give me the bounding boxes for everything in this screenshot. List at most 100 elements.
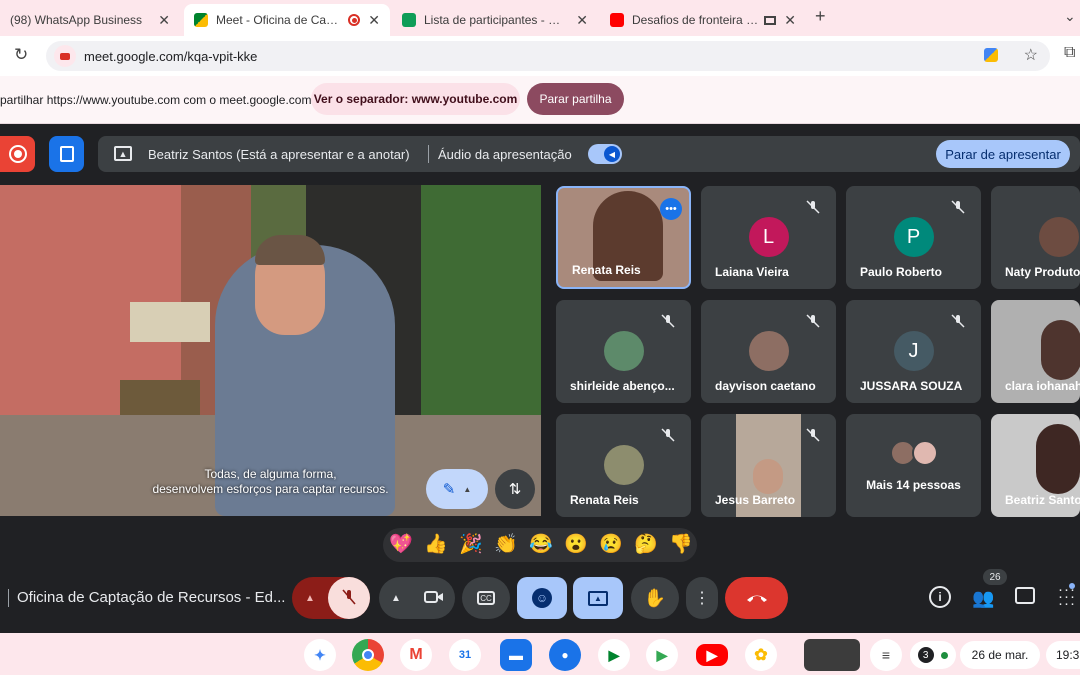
- participant-tile[interactable]: ••• Renata Reis: [556, 186, 691, 289]
- youtube-icon[interactable]: ▶: [696, 644, 728, 666]
- play-store-icon[interactable]: ▶: [646, 639, 678, 671]
- reaction-heart[interactable]: 💖: [389, 534, 413, 556]
- activities-icon[interactable]: ··· ··· ···: [1058, 582, 1076, 611]
- tab-title: Lista de participantes - Oficina: [424, 13, 568, 27]
- stop-sharing-button[interactable]: Parar partilha: [527, 83, 624, 115]
- more-people-tile[interactable]: Mais 14 pessoas: [846, 414, 981, 517]
- tab-participant-list[interactable]: Lista de participantes - Oficina ✕: [392, 4, 598, 36]
- annotate-button[interactable]: ✎ ▲: [426, 469, 488, 509]
- avatar: L: [748, 217, 789, 257]
- reaction-thinking[interactable]: 🤔: [634, 534, 658, 556]
- more-people-label: Mais 14 pessoas: [866, 478, 961, 492]
- close-icon[interactable]: ✕: [784, 12, 796, 29]
- site-info-icon[interactable]: [54, 45, 76, 67]
- url-text: meet.google.com/kqa-vpit-kke: [84, 48, 258, 64]
- presentation-audio-toggle[interactable]: ◀: [588, 144, 622, 164]
- stop-presenting-button[interactable]: Parar de apresentar: [936, 140, 1070, 168]
- close-icon[interactable]: ✕: [158, 12, 170, 29]
- reload-icon[interactable]: ↻: [14, 45, 28, 65]
- participant-tile[interactable]: Beatriz Santos: [991, 414, 1080, 517]
- raise-hand-button[interactable]: ✋: [631, 577, 679, 619]
- messages-icon[interactable]: ●: [549, 639, 581, 671]
- clipboard-icon[interactable]: ≡: [870, 639, 902, 671]
- photos-icon[interactable]: ✿: [745, 639, 777, 671]
- more-options-icon[interactable]: •••: [660, 198, 682, 220]
- participant-tile[interactable]: Renata Reis: [556, 414, 691, 517]
- meeting-info-icon[interactable]: i: [929, 586, 951, 608]
- books: [130, 302, 210, 342]
- presentation-audio-label: Áudio da apresentação: [438, 147, 572, 162]
- window-thumbnails[interactable]: [804, 639, 860, 671]
- gmail-icon[interactable]: M: [400, 639, 432, 671]
- tab-whatsapp[interactable]: (98) WhatsApp Business ✕: [0, 4, 180, 36]
- reaction-thumbs-up[interactable]: 👍: [424, 534, 448, 556]
- camera-toggle-button[interactable]: [413, 577, 455, 619]
- avatar: [912, 440, 938, 466]
- mic-off-icon: [802, 310, 824, 332]
- mic-toggle-button[interactable]: [328, 577, 370, 619]
- transcript-button[interactable]: [49, 136, 84, 172]
- avatar: [748, 331, 789, 371]
- bookmark-star-icon[interactable]: ☆: [1024, 45, 1038, 65]
- participant-video: [1036, 424, 1080, 494]
- recording-button[interactable]: [0, 136, 35, 172]
- assistant-icon[interactable]: ✦: [304, 639, 336, 671]
- participant-face: [753, 459, 783, 494]
- mic-off-icon: [947, 196, 969, 218]
- emoji-icon: ☺: [532, 588, 552, 608]
- tab-meet[interactable]: Meet - Oficina de Captação ✕: [184, 4, 390, 36]
- reactions-button[interactable]: ☺: [517, 577, 567, 619]
- calendar-icon[interactable]: 31: [449, 639, 481, 671]
- reaction-thumbs-down[interactable]: 👎: [669, 534, 693, 556]
- new-tab-button[interactable]: +: [815, 6, 826, 27]
- participant-tile[interactable]: P Paulo Roberto: [846, 186, 981, 289]
- captions-button[interactable]: CC: [462, 577, 510, 619]
- view-tab-button[interactable]: Ver o separador: www.youtube.com: [311, 83, 520, 115]
- clock-tray[interactable]: 19:3: [1046, 641, 1080, 669]
- tab-title: Desafios de fronteira no de: [632, 13, 759, 27]
- presenter-hair: [255, 235, 325, 265]
- files-icon[interactable]: ▬: [500, 639, 532, 671]
- participant-tile[interactable]: clara iohanah: [991, 300, 1080, 403]
- close-icon[interactable]: ✕: [576, 12, 588, 29]
- swap-layout-button[interactable]: ⇅: [495, 469, 535, 509]
- camera-control-group: ▲: [379, 577, 455, 619]
- participant-tile[interactable]: Jesus Barreto: [701, 414, 836, 517]
- participant-name: Jesus Barreto: [715, 493, 796, 507]
- participant-tile[interactable]: dayvison caetano: [701, 300, 836, 403]
- tab-youtube[interactable]: Desafios de fronteira no de ✕: [600, 4, 806, 36]
- date-tray[interactable]: 26 de mar.: [960, 641, 1040, 669]
- meeting-title: Oficina de Captação de Recursos - Ed...: [17, 589, 286, 606]
- notification-dot: [1069, 583, 1075, 589]
- lens-icon[interactable]: [984, 48, 998, 62]
- notifications-area[interactable]: 3: [910, 641, 956, 669]
- leave-call-button[interactable]: [725, 577, 788, 619]
- tab-strip: (98) WhatsApp Business ✕ Meet - Oficina …: [0, 0, 1080, 36]
- close-icon[interactable]: ✕: [368, 12, 380, 29]
- address-bar[interactable]: meet.google.com/kqa-vpit-kke ☆: [46, 41, 1050, 71]
- chat-icon[interactable]: [1015, 587, 1035, 604]
- meet-icon[interactable]: ▶: [598, 639, 630, 671]
- captions-icon: CC: [477, 591, 495, 605]
- reaction-party[interactable]: 🎉: [459, 534, 483, 556]
- participant-tile[interactable]: L Laiana Vieira: [701, 186, 836, 289]
- participant-name: JUSSARA SOUZA: [860, 379, 963, 393]
- video-options-button[interactable]: ▲: [379, 593, 413, 604]
- extensions-icon[interactable]: ⧉: [1064, 44, 1075, 62]
- people-icon[interactable]: 👥: [972, 588, 994, 609]
- chrome-icon[interactable]: [352, 639, 384, 671]
- participant-tile[interactable]: shirleide abenço...: [556, 300, 691, 403]
- presentation-bar: ▲ Beatriz Santos (Está a apresentar e a …: [98, 136, 1080, 172]
- present-button[interactable]: ▲: [573, 577, 623, 619]
- hang-up-icon: [746, 591, 768, 606]
- participant-tile[interactable]: Naty Produto: [991, 186, 1080, 289]
- reaction-clap[interactable]: 👏: [494, 534, 518, 556]
- audio-options-button[interactable]: ▲: [292, 593, 328, 604]
- tab-search-icon[interactable]: ⌄: [1064, 8, 1076, 25]
- reaction-sad[interactable]: 😢: [599, 534, 623, 556]
- reaction-laugh[interactable]: 😂: [529, 534, 553, 556]
- participant-tile[interactable]: J JUSSARA SOUZA: [846, 300, 981, 403]
- more-options-button[interactable]: ⋮: [686, 577, 718, 619]
- reaction-surprised[interactable]: 😮: [564, 534, 588, 556]
- participant-name: Paulo Roberto: [860, 265, 943, 279]
